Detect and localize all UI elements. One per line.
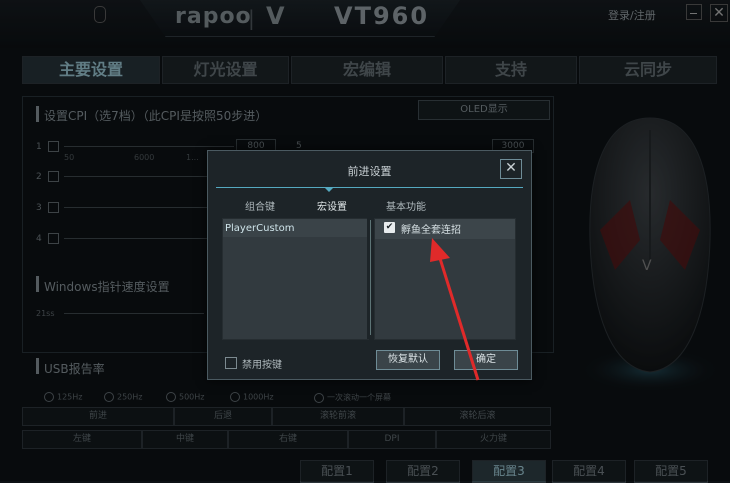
annotation-arrow [430, 238, 480, 381]
macro-checkbox-checked[interactable]: ✔ [384, 222, 395, 233]
disable-key-checkbox[interactable] [225, 357, 237, 369]
macro-list: PlayerCustom [222, 218, 369, 340]
dialog-close-button[interactable]: ✕ [500, 159, 522, 179]
disable-key-label: 禁用按键 [242, 360, 282, 371]
dialog-title: 前进设置 [347, 165, 392, 178]
tab-basic-functions[interactable]: 基本功能 [386, 198, 426, 213]
list-divider [367, 218, 374, 339]
tab-macro-settings[interactable]: 宏设置 [317, 198, 347, 213]
active-tab-indicator [324, 187, 334, 192]
tab-key-combo[interactable]: 组合键 [245, 198, 275, 213]
dialog-divider [216, 187, 523, 188]
macro-list-item[interactable]: PlayerCustom [225, 223, 294, 234]
